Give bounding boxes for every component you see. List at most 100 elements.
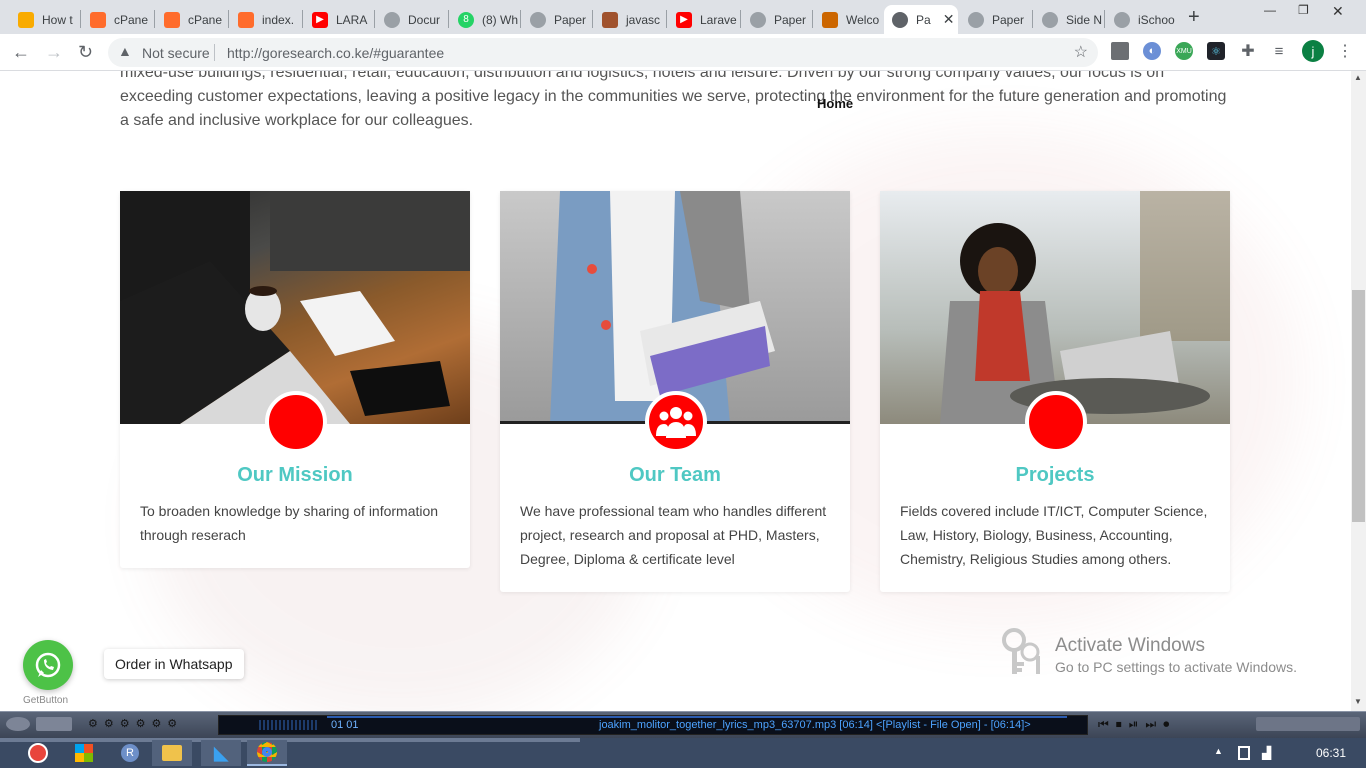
mission-card: Our Mission To broaden knowledge by shar… [120,191,470,568]
close-tab-icon[interactable]: ✕ [943,11,955,28]
windows-taskbar: R ◣ ▲ ▟ 06:31 [0,738,1366,768]
react-devtools-icon[interactable]: ⚛ [1207,42,1225,60]
extension-icon[interactable] [1111,42,1129,60]
security-status[interactable]: Not secure [142,45,210,61]
browser-tab-active[interactable]: Pa ✕ [884,5,958,34]
globe-icon [1042,11,1058,28]
extension-icon[interactable]: ◐ [1143,42,1161,60]
browser-tab[interactable]: ▶ LARA [304,5,372,34]
intro-paragraph: mixed-use buildings, residential, retail… [120,71,1227,129]
browser-tab[interactable]: cPane [82,5,152,34]
tab-divider [812,10,813,28]
visualizer [259,720,319,730]
network-icon[interactable]: ▟ [1262,746,1271,760]
restore-button[interactable]: ❐ [1298,3,1309,17]
browser-tab[interactable]: Welco [814,5,884,34]
tab-divider [592,10,593,28]
card-title: Our Mission [237,464,353,486]
woman-laptop-photo [880,191,1230,424]
bookmark-star-icon[interactable]: ☆ [1074,42,1088,62]
student-books-photo [500,191,850,424]
browser-tab[interactable]: How t [10,5,78,34]
tab-favicon-icon [18,11,34,28]
browser-tab[interactable]: javasc [594,5,664,34]
track-title: joakim_molitor_together_lyrics_mp3_63707… [599,719,1031,731]
track-counter: 01 01 [331,719,359,731]
close-window-button[interactable]: ✕ [1332,3,1344,20]
tab-strip: How t cPane cPane index. ▶ LARA Docur 8 (8… [0,0,1366,34]
projects-card: Projects Fields covered include IT/ICT, … [880,191,1230,592]
address-bar[interactable]: ▲ Not secure http://goresearch.co.ke/#gu… [108,38,1098,67]
activate-title: Activate Windows [1055,635,1205,656]
browser-tab[interactable]: iSchoo [1106,5,1176,34]
scroll-up-arrow[interactable]: ▲ [1354,73,1362,82]
tab-favicon-icon [238,11,254,28]
player-menu-icon[interactable] [6,717,30,731]
taskbar-app[interactable]: R [110,740,150,766]
tab-divider [740,10,741,28]
globe-icon [968,11,984,28]
tab-divider [1104,10,1105,28]
browser-tab[interactable]: cPane [156,5,226,34]
taskbar-clock[interactable]: 06:31 [1316,746,1346,760]
seek-bar[interactable] [327,716,1067,718]
scrollbar-thumb[interactable] [1352,290,1365,522]
forward-button[interactable]: → [45,41,63,63]
safari-icon [28,743,48,763]
player-display: 01 01 joakim_molitor_together_lyrics_mp3… [218,715,1088,735]
tab-favicon-icon [602,11,618,28]
team-card: Our Team We have professional team who h… [500,191,850,592]
whatsapp-icon: 8 [458,11,474,28]
globe-icon [384,11,400,28]
playback-controls[interactable]: ⏮⏹⏯⏭⏺ [1098,716,1246,732]
browser-tab[interactable]: Paper [742,5,812,34]
projects-icon-circle [1025,391,1087,453]
browser-tab[interactable]: index. [230,5,300,34]
browser-tab[interactable]: Docur [376,5,448,34]
whatsapp-button[interactable] [23,640,73,690]
battery-icon[interactable] [1238,746,1250,760]
browser-tab[interactable]: Paper [960,5,1030,34]
browser-tab[interactable]: Side N [1034,5,1104,34]
start-button[interactable] [18,740,58,766]
getbutton-credit[interactable]: GetButton [23,695,68,706]
r-icon: R [121,744,139,762]
browser-tab[interactable]: Paper [522,5,590,34]
tray-up-arrow-icon[interactable]: ▲ [1214,746,1223,756]
mission-icon-circle [265,391,327,453]
back-button[interactable]: ← [12,41,30,63]
url-text[interactable]: http://goresearch.co.ke/#guarantee [227,45,444,61]
extension-icon[interactable]: XMU [1175,42,1193,60]
file-explorer-icon [162,745,182,761]
tab-divider [1032,10,1033,28]
puzzle-icon[interactable]: ✚ [1239,42,1257,60]
key-icon [1002,628,1040,674]
warning-icon[interactable]: ▲ [118,43,132,59]
menu-icon[interactable]: ⋮ [1336,42,1354,60]
tab-divider [374,10,375,28]
globe-icon [1114,11,1130,28]
browser-tab[interactable]: 8 (8) Wh [450,5,520,34]
minimize-button[interactable]: — [1264,3,1276,17]
reload-button[interactable]: ↻ [78,41,93,63]
profile-avatar[interactable]: j [1302,40,1324,62]
whatsapp-label[interactable]: Order in Whatsapp [104,649,244,679]
taskbar-app[interactable] [152,740,192,766]
card-text: Fields covered include IT/ICT, Computer … [900,503,1208,567]
whatsapp-icon [35,652,61,678]
taskbar-app[interactable]: ◣ [201,740,241,766]
taskbar-app[interactable] [247,740,287,766]
player-mode-buttons[interactable] [36,717,72,731]
browser-tab[interactable]: ▶ Larave [668,5,738,34]
media-control-icon[interactable]: ≡ [1270,42,1288,60]
new-tab-button[interactable]: + [1188,7,1200,27]
laptop-desk-photo [120,191,470,424]
scroll-down-arrow[interactable]: ▼ [1354,697,1362,706]
page-content: mixed-use buildings, residential, retail… [0,71,1351,711]
player-transport-icons[interactable]: ⚙⚙⚙⚙⚙⚙ [88,717,208,731]
tab-divider [154,10,155,28]
player-window-buttons[interactable] [1256,717,1360,731]
youtube-icon: ▶ [676,11,692,28]
taskbar-app[interactable] [64,740,104,766]
nav-home-link[interactable]: Home [817,96,853,111]
